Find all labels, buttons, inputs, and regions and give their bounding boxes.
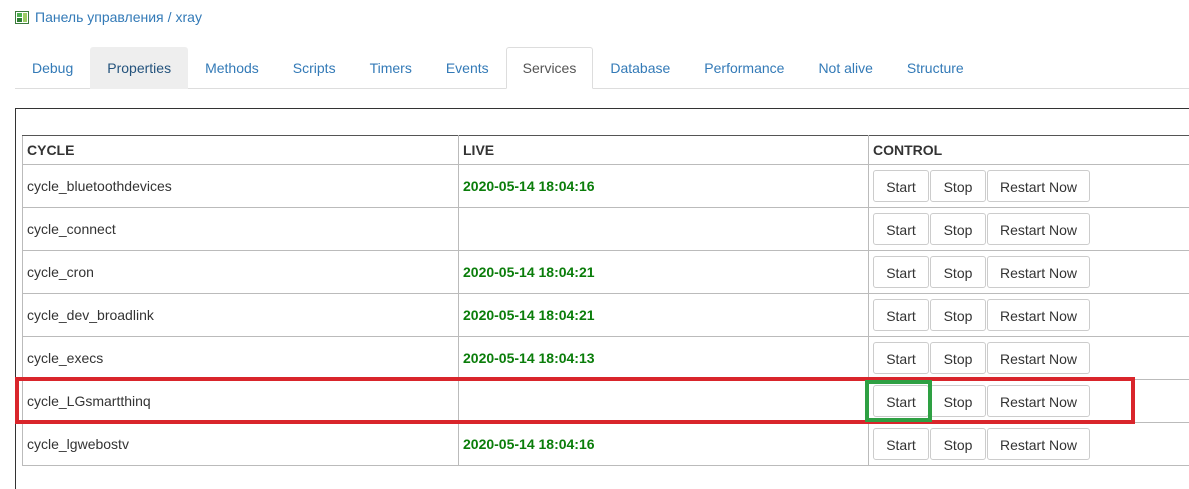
services-table: CYCLE LIVE CONTROL cycle_bluetoothdevice… [22, 135, 1189, 466]
tab-methods[interactable]: Methods [188, 47, 276, 89]
control-cell: StartStopRestart Now [869, 423, 1189, 466]
start-button[interactable]: Start [873, 299, 929, 331]
breadcrumb-current[interactable]: xray [176, 9, 202, 25]
header-live: LIVE [459, 136, 869, 165]
cycle-name: cycle_connect [23, 208, 459, 251]
start-button[interactable]: Start [873, 170, 929, 202]
tab-performance[interactable]: Performance [687, 47, 801, 89]
start-button[interactable]: Start [873, 385, 929, 417]
cycle-name: cycle_LGsmartthinq [23, 380, 459, 423]
stop-button[interactable]: Stop [930, 385, 986, 417]
table-row: cycle_lgwebostv2020-05-14 18:04:16StartS… [23, 423, 1189, 466]
header-control: CONTROL [869, 136, 1189, 165]
control-cell: StartStopRestart Now [869, 337, 1189, 380]
tab-not-alive[interactable]: Not alive [801, 47, 889, 89]
stop-button[interactable]: Stop [930, 342, 986, 374]
tab-debug[interactable]: Debug [15, 47, 90, 89]
breadcrumb: Панель управления / xray [15, 9, 202, 25]
table-row: cycle_connect StartStopRestart Now [23, 208, 1189, 251]
cycle-name: cycle_dev_broadlink [23, 294, 459, 337]
start-button[interactable]: Start [873, 428, 929, 460]
restart-now-button[interactable]: Restart Now [987, 213, 1090, 245]
restart-now-button[interactable]: Restart Now [987, 385, 1090, 417]
table-row: cycle_execs2020-05-14 18:04:13StartStopR… [23, 337, 1189, 380]
tab-services[interactable]: Services [506, 47, 594, 89]
live-timestamp: 2020-05-14 18:04:16 [459, 165, 869, 208]
table-header-row: CYCLE LIVE CONTROL [23, 136, 1189, 165]
breadcrumb-root-link[interactable]: Панель управления [35, 9, 164, 25]
start-button[interactable]: Start [873, 213, 929, 245]
start-button[interactable]: Start [873, 256, 929, 288]
cycle-name: cycle_execs [23, 337, 459, 380]
tab-events[interactable]: Events [429, 47, 506, 89]
live-timestamp: 2020-05-14 18:04:13 [459, 337, 869, 380]
restart-now-button[interactable]: Restart Now [987, 170, 1090, 202]
stop-button[interactable]: Stop [930, 299, 986, 331]
tab-structure[interactable]: Structure [890, 47, 981, 89]
table-row: cycle_dev_broadlink2020-05-14 18:04:21St… [23, 294, 1189, 337]
tab-bar: DebugPropertiesMethodsScriptsTimersEvent… [15, 47, 1189, 89]
stop-button[interactable]: Stop [930, 428, 986, 460]
control-panel-icon [15, 11, 29, 24]
tab-scripts[interactable]: Scripts [276, 47, 353, 89]
tab-timers[interactable]: Timers [353, 47, 429, 89]
live-timestamp [459, 208, 869, 251]
restart-now-button[interactable]: Restart Now [987, 299, 1090, 331]
header-cycle: CYCLE [23, 136, 459, 165]
services-panel: CYCLE LIVE CONTROL cycle_bluetoothdevice… [15, 108, 1189, 489]
control-cell: StartStopRestart Now [869, 165, 1189, 208]
live-timestamp: 2020-05-14 18:04:21 [459, 251, 869, 294]
tab-properties[interactable]: Properties [90, 47, 188, 89]
breadcrumb-separator: / [168, 9, 172, 25]
table-row: cycle_bluetoothdevices2020-05-14 18:04:1… [23, 165, 1189, 208]
live-timestamp [459, 380, 869, 423]
table-row: cycle_LGsmartthinq StartStopRestart Now [23, 380, 1189, 423]
start-button[interactable]: Start [873, 342, 929, 374]
cycle-name: cycle_lgwebostv [23, 423, 459, 466]
stop-button[interactable]: Stop [930, 170, 986, 202]
table-row: cycle_cron2020-05-14 18:04:21StartStopRe… [23, 251, 1189, 294]
restart-now-button[interactable]: Restart Now [987, 342, 1090, 374]
live-timestamp: 2020-05-14 18:04:21 [459, 294, 869, 337]
control-cell: StartStopRestart Now [869, 251, 1189, 294]
restart-now-button[interactable]: Restart Now [987, 428, 1090, 460]
cycle-name: cycle_bluetoothdevices [23, 165, 459, 208]
stop-button[interactable]: Stop [930, 213, 986, 245]
control-cell: StartStopRestart Now [869, 208, 1189, 251]
live-timestamp: 2020-05-14 18:04:16 [459, 423, 869, 466]
stop-button[interactable]: Stop [930, 256, 986, 288]
control-cell: StartStopRestart Now [869, 294, 1189, 337]
tab-database[interactable]: Database [593, 47, 687, 89]
restart-now-button[interactable]: Restart Now [987, 256, 1090, 288]
control-cell: StartStopRestart Now [869, 380, 1189, 423]
cycle-name: cycle_cron [23, 251, 459, 294]
